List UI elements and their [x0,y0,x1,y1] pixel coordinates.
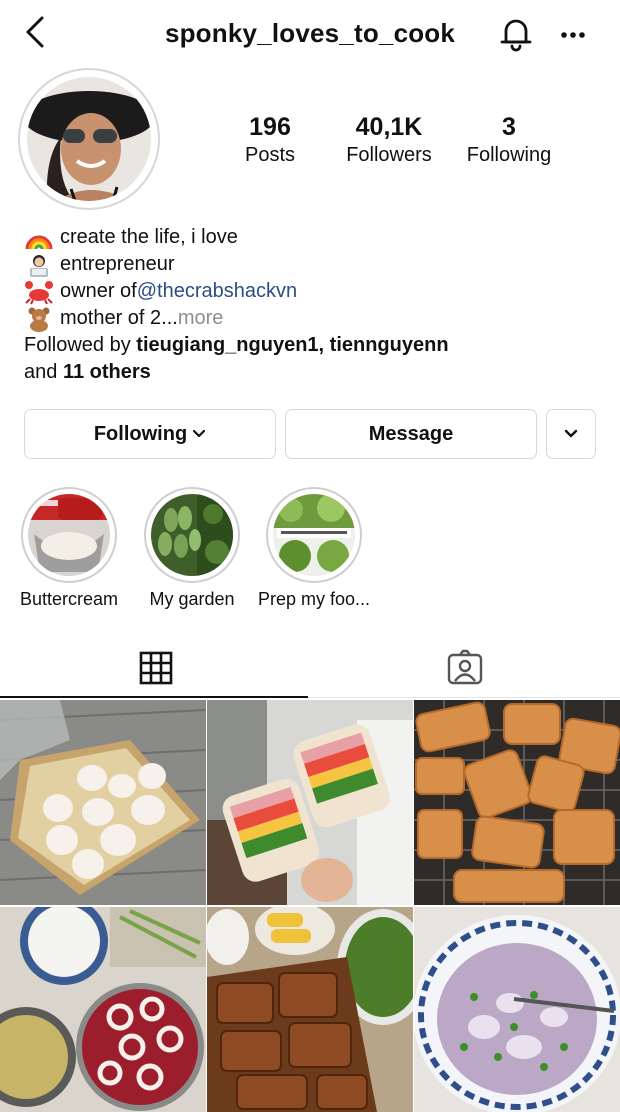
stat-following-count: 3 [502,113,516,141]
bio-line-2: entrepreneur [24,251,604,278]
post-thumbnail[interactable] [0,907,206,1112]
stat-followers-label: Followers [346,144,432,166]
tagged-person-icon[interactable] [445,648,485,688]
highlight-label-buttercream: Buttercream [19,589,119,609]
post-thumbnail[interactable] [414,700,620,905]
woman-technologist-emoji-icon [30,254,48,277]
chevron-down-icon [564,429,578,438]
post-image-soup [414,907,620,1112]
followed-by-prefix: Followed by [24,334,137,356]
highlight-my-garden[interactable] [144,487,240,583]
message-button-label: Message [368,422,454,445]
post-thumbnail[interactable] [207,907,413,1112]
post-image-eggs [0,700,206,905]
active-tab-indicator [0,696,308,698]
bio-line-4: mother of 2... more [24,305,604,332]
stat-posts[interactable]: 196 Posts [210,112,330,168]
highlight-buttercream[interactable] [21,487,117,583]
grid-icon[interactable] [136,648,176,688]
bio-text-3: owner of [60,280,137,302]
highlight-prep-my-food[interactable] [266,487,362,583]
bio-text-2: entrepreneur [60,253,175,275]
followed-by-and: and [24,361,63,383]
teddy-bear-emoji-icon [28,307,50,332]
stat-following-label: Following [466,144,552,166]
following-button-label: Following [93,422,188,445]
bio-more-link[interactable]: more [178,305,224,332]
highlight-cover-buttercream [28,494,110,576]
highlight-label-my-garden: My garden [149,589,235,609]
post-image-sandwich [207,700,413,905]
bio-line-3: owner of @thecrabshackvn [24,278,604,305]
highlight-cover-prep [273,494,355,576]
followed-by-user-1[interactable]: tieugiang_nguyen1 [136,332,318,359]
bio-line-1: create the life, i love [24,224,604,251]
stat-followers-count: 40,1K [355,113,423,141]
stat-posts-label: Posts [244,144,296,166]
post-image-ribs [207,907,413,1112]
top-bar: sponky_loves_to_cook [0,0,620,68]
bio-text-4: mother of 2... [60,307,178,329]
stat-following[interactable]: 3 Following [449,112,569,168]
profile-bio: create the life, i love entrepreneur own… [24,224,604,386]
highlight-ring [266,487,362,583]
followed-by-others-count[interactable]: 11 others [63,359,151,386]
followed-by-user-2[interactable]: tiennguyenn [330,332,449,359]
highlight-cover-my-garden [151,494,233,576]
post-thumbnail[interactable] [414,907,620,1112]
suggested-accounts-button[interactable] [546,409,596,459]
bell-icon[interactable] [497,14,535,52]
avatar-photo [27,77,151,201]
profile-avatar[interactable] [18,68,160,210]
followed-by-separator: , [318,334,330,356]
highlight-ring [21,487,117,583]
post-thumbnail[interactable] [0,700,206,905]
more-horizontal-icon[interactable] [556,18,590,52]
highlight-label-prep: Prep my foo... [257,589,371,609]
highlight-ring [144,487,240,583]
followed-by-others-line[interactable]: and 11 others [24,359,604,386]
following-button[interactable]: Following [24,409,276,459]
crab-emoji-icon [25,280,53,304]
stat-posts-count: 196 [249,113,291,141]
post-thumbnail[interactable] [207,700,413,905]
message-button[interactable]: Message [285,409,537,459]
chevron-down-icon [193,429,206,438]
post-image-pork-belly [414,700,620,905]
bio-mention-link[interactable]: @thecrabshackvn [137,278,297,305]
followed-by-line[interactable]: Followed by tieugiang_nguyen1, tiennguye… [24,332,604,359]
rainbow-emoji-icon [25,235,53,249]
bio-text-1: create the life, i love [60,226,238,248]
stat-followers[interactable]: 40,1K Followers [329,112,449,168]
post-image-hotpot [0,907,206,1112]
